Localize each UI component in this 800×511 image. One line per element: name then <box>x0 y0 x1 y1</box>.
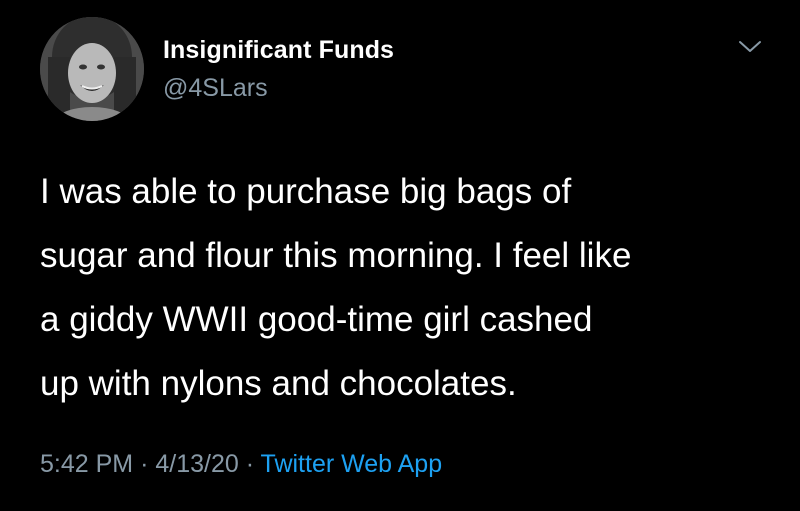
tweet-source-link[interactable]: Twitter Web App <box>261 450 443 478</box>
tweet-date[interactable]: 4/13/20 <box>155 450 238 478</box>
tweet-text: I was able to purchase big bags of sugar… <box>40 160 770 416</box>
tweet-text-line: a giddy WWII good-time girl cashed <box>40 300 593 339</box>
chevron-down-icon[interactable] <box>736 36 764 56</box>
user-handle[interactable]: @4SLars <box>163 74 268 103</box>
tweet-metadata: 5:42 PM · 4/13/20 · Twitter Web App <box>40 450 442 479</box>
separator-dot: · <box>245 450 255 478</box>
tweet-text-line: sugar and flour this morning. I feel lik… <box>40 236 632 275</box>
display-name[interactable]: Insignificant Funds <box>163 36 394 65</box>
separator-dot: · <box>140 450 149 478</box>
avatar[interactable] <box>40 17 144 121</box>
tweet-time[interactable]: 5:42 PM <box>40 450 133 478</box>
tweet: Insignificant Funds @4SLars I was able t… <box>0 0 800 511</box>
tweet-text-line: up with nylons and chocolates. <box>40 364 517 403</box>
avatar-photo-icon <box>40 17 144 121</box>
tweet-text-line: I was able to purchase big bags of <box>40 172 572 211</box>
